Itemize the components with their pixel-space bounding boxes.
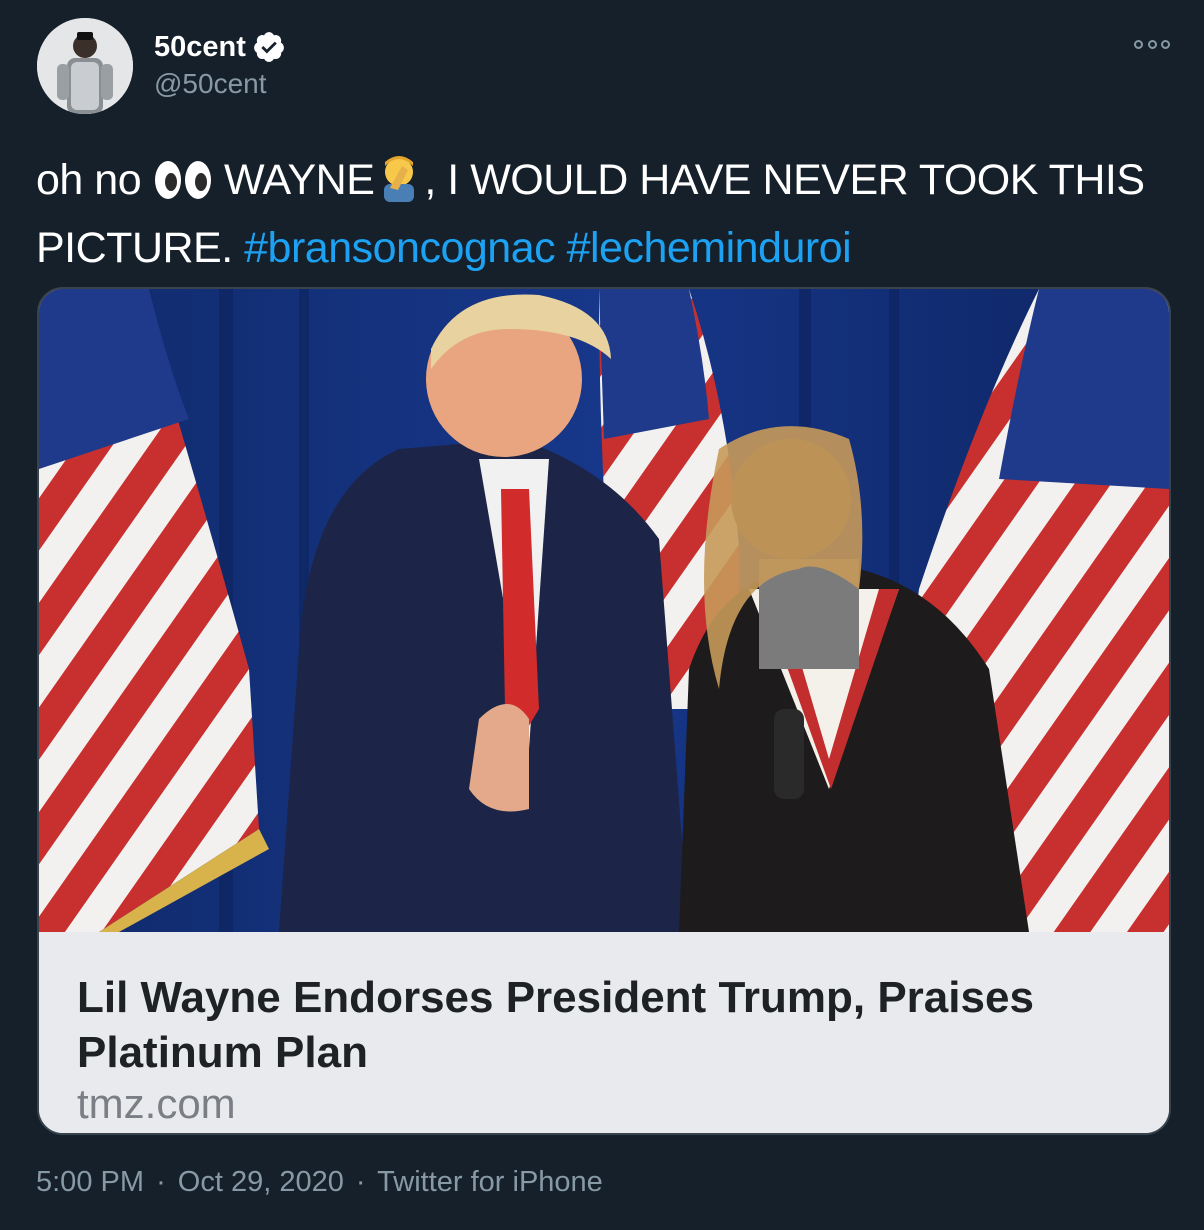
dot-icon [1134,39,1143,49]
link-card[interactable]: Lil Wayne Endorses President Trump, Prai… [37,287,1171,1135]
tweet-time[interactable]: 5:00 PM [36,1166,144,1198]
eyes-emoji-icon [153,158,213,218]
author-avatar[interactable] [37,18,133,114]
hashtag-link[interactable]: #bransoncognac [244,224,555,272]
tweet-meta: 5:00 PM · Oct 29, 2020 · Twitter for iPh… [36,1166,607,1199]
card-domain: tmz.com [77,1080,236,1127]
card-title[interactable]: Lil Wayne Endorses President Trump, Prai… [77,970,1137,1080]
tweet-text-part: WAYNE [212,156,375,204]
tweet-text-part: oh no [36,156,153,204]
display-name-row[interactable]: 50cent [154,30,286,64]
verified-badge-icon [254,32,284,62]
separator: · [355,1166,366,1198]
tweet-source[interactable]: Twitter for iPhone [377,1166,603,1198]
hashtag-link[interactable]: #lecheminduroi [567,224,852,272]
separator: · [156,1166,166,1198]
avatar-photo [37,18,133,114]
card-photo [39,289,1169,932]
tweet-date[interactable]: Oct 29, 2020 [178,1166,344,1198]
tweet-text: oh no WAYNE, I WOULD HAVE NEVER TOOK THI… [36,150,1146,278]
card-image[interactable] [39,289,1169,932]
tweet: 50cent @50cent oh no WAYNE, I WOULD HAVE… [0,0,1204,1230]
dot-icon [1147,39,1157,49]
more-options-button[interactable] [1134,30,1170,58]
display-name[interactable]: 50cent [154,31,246,64]
facepalm-emoji-icon [374,152,424,218]
dot-icon [1161,39,1170,49]
card-caption[interactable]: Lil Wayne Endorses President Trump, Prai… [39,932,1169,1133]
author-handle[interactable]: @50cent [154,68,267,100]
